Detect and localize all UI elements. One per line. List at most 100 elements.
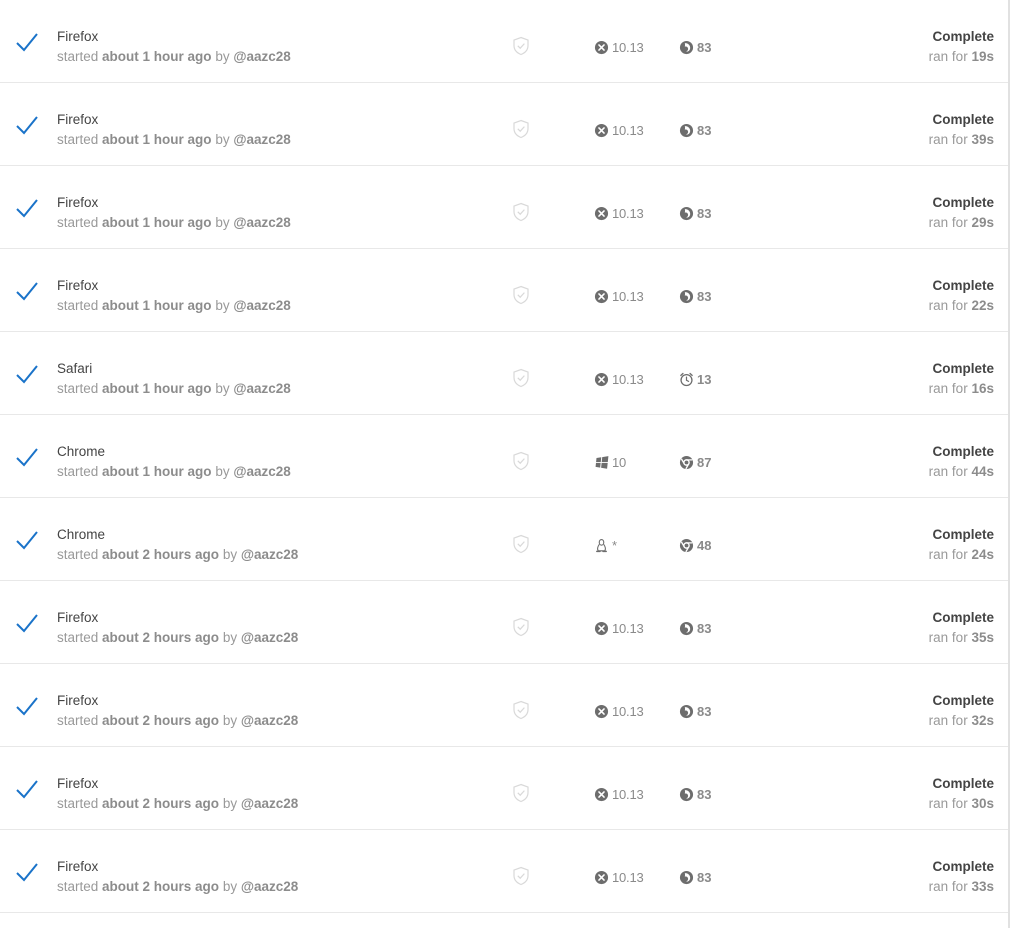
duration-value: 19s: [971, 49, 994, 64]
job-row[interactable]: Chrome started about 1 hour ago by @aazc…: [0, 415, 1008, 498]
job-row[interactable]: Firefox started about 2 hours ago by @aa…: [0, 830, 1008, 913]
mac-icon: [594, 621, 609, 635]
shield-icon: [513, 119, 529, 139]
user-link[interactable]: @aazc28: [233, 49, 290, 64]
time-ago: about 1 hour ago: [102, 215, 212, 230]
user-link[interactable]: @aazc28: [241, 630, 298, 645]
ran-for-label: ran for: [928, 713, 968, 728]
time-ago: about 2 hours ago: [102, 879, 220, 894]
started-label: started: [57, 879, 99, 894]
user-link[interactable]: @aazc28: [233, 132, 290, 147]
browser-name[interactable]: Firefox: [57, 195, 98, 210]
job-meta: started about 2 hours ago by @aazc28: [57, 713, 298, 728]
by-label: by: [215, 464, 230, 479]
status-label: Complete: [932, 112, 994, 127]
shield-icon: [513, 36, 529, 56]
ran-for-label: ran for: [928, 464, 968, 479]
browser-name[interactable]: Firefox: [57, 693, 98, 708]
os-version: 10.13: [612, 205, 644, 221]
os-badge: 10: [594, 453, 626, 471]
job-meta: started about 2 hours ago by @aazc28: [57, 796, 298, 811]
browser-name[interactable]: Firefox: [57, 29, 98, 44]
started-label: started: [57, 49, 99, 64]
ran-for-label: ran for: [928, 132, 968, 147]
by-label: by: [222, 547, 238, 562]
checkmark-icon: [16, 282, 38, 301]
os-version: 10.13: [612, 288, 644, 304]
ran-for-label: ran for: [928, 49, 968, 64]
firefox-icon: [679, 206, 694, 220]
checkmark-icon: [16, 199, 38, 218]
user-link[interactable]: @aazc28: [233, 381, 290, 396]
user-link[interactable]: @aazc28: [233, 464, 290, 479]
user-link[interactable]: @aazc28: [233, 215, 290, 230]
user-link[interactable]: @aazc28: [241, 879, 298, 894]
duration-text: ran for 33s: [929, 879, 994, 894]
browser-name[interactable]: Firefox: [57, 859, 98, 874]
duration-text: ran for 30s: [929, 796, 994, 811]
status-label: Complete: [932, 693, 994, 708]
os-badge: 10.13: [594, 868, 644, 886]
duration-value: 16s: [971, 381, 994, 396]
duration-text: ran for 16s: [929, 381, 994, 396]
duration-value: 30s: [971, 796, 994, 811]
user-link[interactable]: @aazc28: [241, 547, 298, 562]
job-row[interactable]: Firefox started about 2 hours ago by @aa…: [0, 747, 1008, 830]
by-label: by: [222, 630, 238, 645]
os-badge: 10.13: [594, 121, 644, 139]
duration-value: 24s: [971, 547, 994, 562]
browser-version: 83: [697, 786, 712, 802]
firefox-icon: [679, 123, 694, 137]
browser-name[interactable]: Firefox: [57, 278, 98, 293]
browser-name[interactable]: Safari: [57, 361, 92, 376]
job-row[interactable]: Firefox started about 2 hours ago by @aa…: [0, 664, 1008, 747]
user-link[interactable]: @aazc28: [241, 713, 298, 728]
user-link[interactable]: @aazc28: [241, 796, 298, 811]
mac-icon: [594, 704, 609, 718]
status-label: Complete: [932, 195, 994, 210]
started-label: started: [57, 298, 99, 313]
started-label: started: [57, 713, 99, 728]
mac-icon: [594, 123, 609, 137]
status-label: Complete: [932, 29, 994, 44]
duration-value: 33s: [971, 879, 994, 894]
job-row[interactable]: Safari started about 1 hour ago by @aazc…: [0, 332, 1008, 415]
firefox-icon: [679, 621, 694, 635]
shield-icon: [513, 783, 529, 803]
status-label: Complete: [932, 527, 994, 542]
job-meta: started about 1 hour ago by @aazc28: [57, 298, 291, 313]
browser-badge: 13: [679, 370, 711, 388]
ran-for-label: ran for: [928, 879, 968, 894]
browser-version: 13: [697, 371, 712, 387]
browser-name[interactable]: Firefox: [57, 776, 98, 791]
time-ago: about 2 hours ago: [102, 630, 220, 645]
os-version: 10: [612, 454, 627, 470]
browser-name[interactable]: Chrome: [57, 527, 105, 542]
os-version: 10.13: [612, 122, 644, 138]
job-row[interactable]: Firefox started about 1 hour ago by @aaz…: [0, 83, 1008, 166]
user-link[interactable]: @aazc28: [233, 298, 290, 313]
browser-name[interactable]: Firefox: [57, 112, 98, 127]
job-row[interactable]: Firefox started about 1 hour ago by @aaz…: [0, 0, 1008, 83]
status-label: Complete: [932, 610, 994, 625]
duration-value: 39s: [971, 132, 994, 147]
job-row[interactable]: Firefox started about 1 hour ago by @aaz…: [0, 249, 1008, 332]
job-row[interactable]: Chrome started about 2 hours ago by @aaz…: [0, 498, 1008, 581]
duration-value: 29s: [971, 215, 994, 230]
firefox-icon: [679, 40, 694, 54]
shield-icon: [513, 617, 529, 637]
ran-for-label: ran for: [928, 796, 968, 811]
job-row[interactable]: Firefox started about 2 hours ago by @aa…: [0, 581, 1008, 664]
ran-for-label: ran for: [928, 630, 968, 645]
browser-name[interactable]: Firefox: [57, 610, 98, 625]
browser-badge: 83: [679, 38, 711, 56]
browser-name[interactable]: Chrome: [57, 444, 105, 459]
job-meta: started about 1 hour ago by @aazc28: [57, 215, 291, 230]
status-label: Complete: [932, 278, 994, 293]
by-label: by: [222, 879, 238, 894]
browser-badge: 83: [679, 868, 711, 886]
linux-icon: [596, 538, 607, 552]
os-badge: 10.13: [594, 204, 644, 222]
job-row[interactable]: Firefox started about 1 hour ago by @aaz…: [0, 166, 1008, 249]
browser-badge: 83: [679, 121, 711, 139]
